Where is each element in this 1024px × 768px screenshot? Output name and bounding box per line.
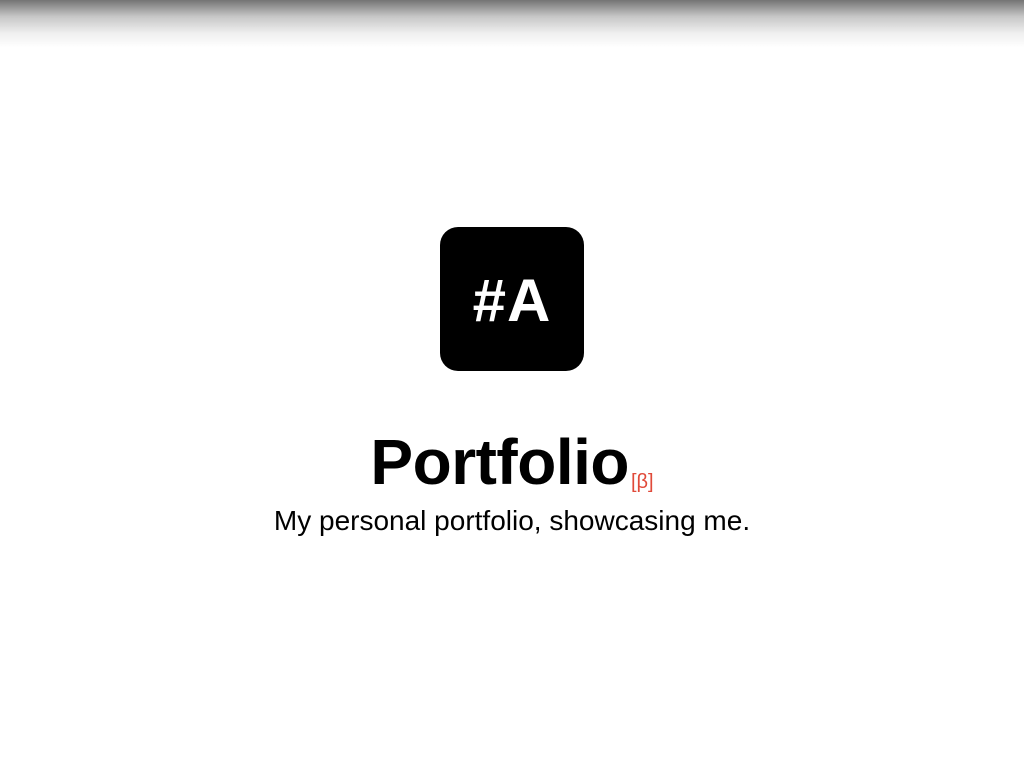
page-subtitle: My personal portfolio, showcasing me.: [273, 505, 751, 536]
beta-badge: [β]: [630, 471, 654, 493]
page: #A Portfolio [β] My personal portfolio, s…: [0, 0, 1024, 768]
logo-text: #A: [472, 267, 552, 334]
site-logo[interactable]: #A: [440, 227, 584, 371]
hero-title-row: Portfolio [β]: [0, 424, 1024, 500]
top-shadow: [0, 0, 1024, 48]
page-title: Portfolio: [370, 426, 629, 498]
